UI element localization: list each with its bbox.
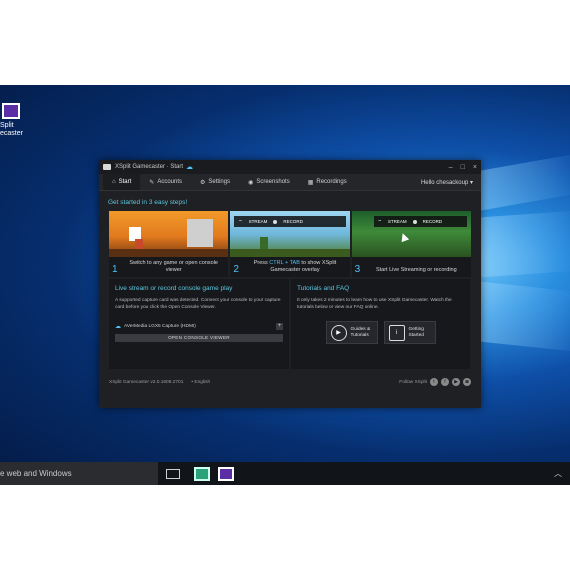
- title-bar[interactable]: XSplit Gamecaster · Start ☁ – □ ×: [99, 160, 481, 174]
- window-title: XSplit Gamecaster · Start: [115, 164, 184, 170]
- tab-label: Recordings: [316, 179, 347, 185]
- facebook-icon[interactable]: f: [441, 378, 449, 386]
- tab-accounts[interactable]: ✎ Accounts: [140, 174, 191, 190]
- desktop-icon-xsplit[interactable]: Split ecaster: [0, 103, 30, 138]
- tab-label: Screenshots: [256, 179, 290, 185]
- window-footer: XSplit Gamecaster v2.0.1608.2701 • Engli…: [99, 369, 481, 386]
- panel-title: Live stream or record console game play: [115, 285, 233, 292]
- wifi-icon: ⌔: [377, 218, 382, 224]
- tab-label: Start: [118, 179, 132, 185]
- button-label: Started: [408, 332, 424, 338]
- game-character: [260, 237, 269, 249]
- xsplit-window: XSplit Gamecaster · Start ☁ – □ × ⌂ Star…: [99, 160, 481, 408]
- button-label: Tutorials: [350, 332, 369, 338]
- step-number: 3: [354, 264, 361, 275]
- game-screenshot: [109, 211, 229, 257]
- minimize-button[interactable]: –: [449, 164, 453, 171]
- wifi-icon: ⌔: [238, 218, 243, 224]
- tab-label: Accounts: [157, 179, 183, 185]
- tutorial-buttons: ▶ Guides & Tutorials i Getting Started: [297, 321, 464, 344]
- guides-tutorials-button[interactable]: ▶ Guides & Tutorials: [325, 321, 378, 344]
- panel-text: A supported capture card was detected. C…: [115, 298, 281, 310]
- overlay-record-label: RECORD: [283, 219, 303, 224]
- step-card-3: ⌔ STREAM RECORD 3 Start Live Streaming o…: [351, 211, 471, 277]
- controller-status-icon: ☁: [186, 164, 194, 171]
- panel-text: It only takes 2 minutes to learn how to …: [297, 298, 452, 310]
- game-ground: [230, 249, 350, 257]
- book-icon: i: [388, 324, 405, 341]
- step-caption: Switch to any game or open console viewe…: [129, 260, 218, 273]
- tab-recordings[interactable]: ▦ Recordings: [299, 174, 356, 190]
- tab-settings[interactable]: ⚙ Settings: [191, 174, 239, 190]
- play-icon: ▶: [330, 324, 347, 341]
- twitch-icon[interactable]: ◙: [463, 378, 471, 386]
- taskbar-app-gamecaster-icon[interactable]: [194, 466, 210, 481]
- social-links: Follow XSplit t f ▶ ◙: [399, 378, 471, 386]
- button-label: Getting: [408, 326, 424, 332]
- overlay-record-label: RECORD: [422, 219, 443, 224]
- film-icon: ▦: [307, 179, 314, 186]
- get-started-heading: Get started in 3 easy steps!: [108, 199, 188, 206]
- tutorials-panel: Tutorials and FAQ It only takes 2 minute…: [291, 279, 470, 369]
- open-console-viewer-button[interactable]: OPEN CONSOLE VIEWER: [115, 334, 283, 342]
- taskbar-app-xsplit-icon[interactable]: [218, 466, 234, 481]
- bottom-panels: Live stream or record console game play …: [99, 277, 481, 369]
- wrench-icon: ✎: [149, 179, 155, 186]
- camera-icon: ◉: [248, 179, 254, 186]
- follow-label: Follow XSplit: [399, 379, 427, 385]
- overlay-stream-label: STREAM: [248, 219, 268, 224]
- button-label: Guides &: [350, 326, 371, 332]
- record-icon: [412, 219, 417, 224]
- close-button[interactable]: ×: [473, 164, 477, 171]
- record-icon: [273, 219, 278, 224]
- capture-device-row[interactable]: ☁ AVerMedia LGX5 Capture (HDMI) +: [115, 323, 283, 330]
- getting-started-button[interactable]: i Getting Started: [383, 321, 436, 344]
- tab-label: Settings: [208, 179, 231, 185]
- gamepad-icon: [103, 164, 111, 170]
- version-text: XSplit Gamecaster v2.0.1608.2701: [109, 379, 184, 385]
- step-number: 1: [112, 264, 118, 275]
- twitter-icon[interactable]: t: [430, 378, 438, 386]
- tab-screenshots[interactable]: ◉ Screenshots: [239, 174, 299, 190]
- gear-icon: ⚙: [200, 179, 206, 186]
- step-number: 2: [233, 264, 239, 275]
- language-selector[interactable]: • English: [191, 380, 210, 385]
- gamecaster-overlay: ⌔ STREAM RECORD: [234, 216, 346, 227]
- tab-bar: ⌂ Start ✎ Accounts ⚙ Settings ◉ Screensh…: [99, 174, 481, 191]
- task-view-icon[interactable]: [166, 468, 180, 479]
- user-menu[interactable]: Hello chesackoup ▾: [421, 174, 481, 190]
- game-ground: [109, 249, 229, 257]
- gamecaster-overlay: ⌔ STREAM RECORD: [373, 216, 467, 227]
- overlay-stream-label: STREAM: [387, 219, 407, 224]
- game-boss: [187, 219, 213, 247]
- maximize-button[interactable]: □: [461, 164, 465, 171]
- tab-start[interactable]: ⌂ Start: [103, 174, 141, 190]
- game-screenshot: ⌔ STREAM RECORD: [351, 211, 471, 257]
- taskbar-search-box[interactable]: e web and Windows: [0, 462, 158, 485]
- step-card-1: 1 Switch to any game or open console vie…: [109, 211, 229, 277]
- game-screenshot: ⌔ STREAM RECORD: [230, 211, 350, 257]
- add-device-button[interactable]: +: [276, 323, 283, 330]
- step-caption: Press CTRL + TAB to show XSplit Gamecast…: [253, 260, 337, 273]
- youtube-icon[interactable]: ▶: [452, 378, 460, 386]
- panel-title: Tutorials and FAQ: [297, 285, 350, 292]
- capture-card-icon: ☁: [115, 324, 121, 330]
- mouse-cursor-icon: [398, 231, 409, 243]
- steps-row: 1 Switch to any game or open console vie…: [99, 211, 481, 277]
- desktop-icon-label: Split: [0, 122, 14, 129]
- home-icon: ⌂: [112, 179, 116, 185]
- step-card-2: ⌔ STREAM RECORD 2 Press CTRL + TAB to sh…: [230, 211, 350, 277]
- step-caption: Start Live Streaming or recording: [375, 267, 457, 273]
- taskbar: e web and Windows ︿: [0, 462, 570, 485]
- capture-device-name: AVerMedia LGX5 Capture (HDMI): [124, 324, 196, 329]
- live-stream-panel: Live stream or record console game play …: [109, 279, 289, 369]
- xsplit-app-icon: [2, 103, 20, 119]
- desktop-icon-label: ecaster: [0, 130, 23, 137]
- chevron-up-icon[interactable]: ︿: [554, 468, 562, 479]
